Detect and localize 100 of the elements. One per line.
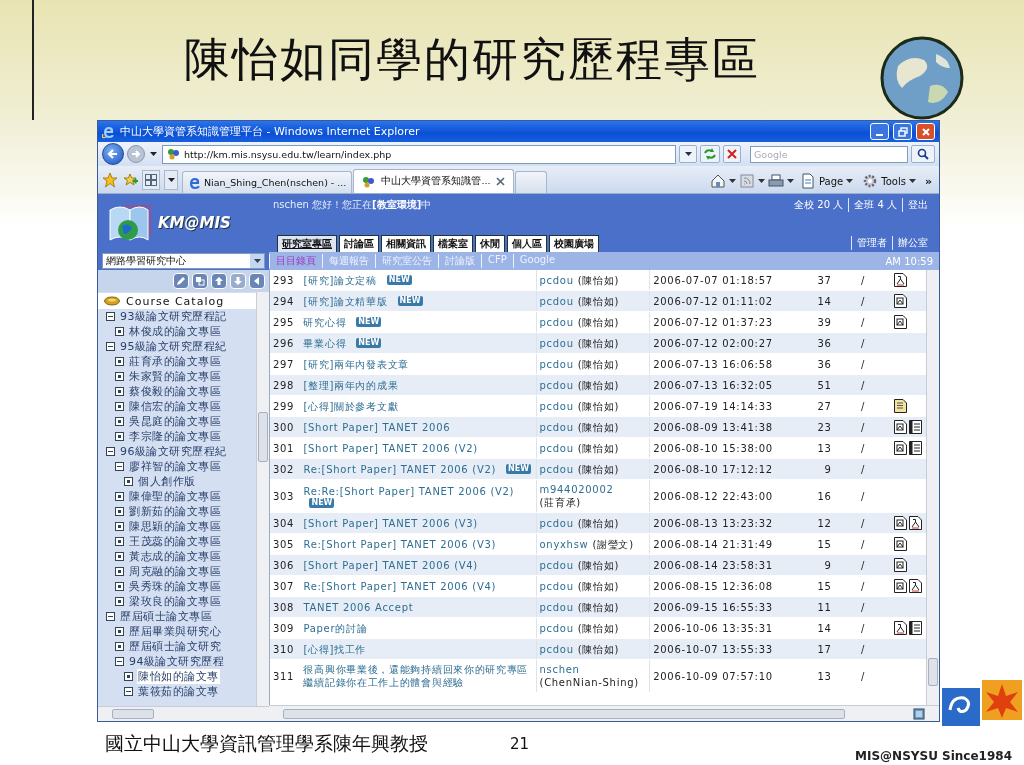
tree-item[interactable]: 陳怡如的論文專 [137,669,220,684]
author-link[interactable]: pcdou [539,357,574,371]
expand-icon[interactable] [115,417,124,426]
tree-item[interactable]: 朱家賢的論文專區 [128,369,222,384]
post-title-link[interactable]: [研究]論文精華版 [303,294,388,308]
author-link[interactable]: pcdou [539,273,574,287]
note-icon[interactable] [894,399,908,413]
author-link[interactable]: pcdou [539,294,574,308]
post-title-link[interactable]: TANET 2006 Accept [303,600,414,614]
expand-icon[interactable] [115,372,124,381]
spreadsheet-icon[interactable] [909,441,923,455]
post-title-link[interactable]: Re:[Short Paper] TANET 2006 (V4) [303,579,497,593]
author-link[interactable]: pcdou [539,441,574,455]
collapse-icon[interactable] [106,312,115,321]
collapse-icon[interactable] [124,687,133,696]
caret-icon[interactable] [729,179,737,183]
post-title-link[interactable]: [研究]論文定稿 [303,273,377,287]
collapse-button[interactable] [249,273,265,289]
window-button[interactable] [192,273,208,289]
header-link[interactable]: 全校 20 人 [789,198,849,212]
tree-item[interactable]: 93級論文研究歷程記 [119,309,228,324]
image-document-icon[interactable] [894,441,908,455]
post-title-link[interactable]: [整理]兩年內的成果 [303,378,399,392]
expand-icon[interactable] [115,642,124,651]
close-button[interactable] [916,123,935,140]
tree-item[interactable]: 蔡俊毅的論文專區 [128,384,222,399]
tree-item[interactable]: 吳秀珠的論文專區 [128,579,222,594]
tree-item[interactable]: 歷屆碩士論文專區 [119,609,213,624]
pencil-button[interactable] [173,273,189,289]
image-document-icon[interactable] [894,558,908,572]
forward-button[interactable] [127,145,145,163]
expand-icon[interactable] [115,402,124,411]
tools-menu-button[interactable]: Tools [859,173,919,189]
address-field[interactable]: http://km.mis.nsysu.edu.tw/learn/index.php [162,144,676,164]
tree-item[interactable]: 黃志成的論文專區 [128,549,222,564]
nav-tab[interactable]: 相關資訊 [381,235,431,252]
expand-icon[interactable] [115,582,124,591]
tree-item[interactable]: 吳昆庭的論文專區 [128,414,222,429]
restore-button[interactable] [893,123,912,140]
expand-icon[interactable] [115,627,124,636]
post-title-link[interactable]: [心得]找工作 [303,642,367,656]
tree-item[interactable]: 95級論文研究歷程紀 [119,339,228,354]
author-link[interactable]: pcdou [539,516,574,530]
document-icon[interactable] [894,273,908,287]
tree-item[interactable]: 李宗隆的論文專區 [128,429,222,444]
author-link[interactable]: pcdou [539,315,574,329]
tree-item[interactable]: 陳偉聖的論文專區 [128,489,222,504]
tree-item[interactable]: 陳思穎的論文專區 [128,519,222,534]
tree-item[interactable]: 歷屆畢業與研究心 [128,624,222,639]
author-link[interactable]: pcdou [539,621,574,635]
header-link[interactable]: 全班 4 人 [848,198,902,212]
post-title-link[interactable]: [Short Paper] TANET 2006 (V2) [303,441,478,455]
close-icon[interactable] [496,177,506,186]
nav-tab[interactable]: 個人區 [507,235,547,252]
collapse-icon[interactable] [106,612,115,621]
post-title-link[interactable]: Re:[Short Paper] TANET 2006 (V2) [303,462,497,476]
post-title-link[interactable]: 很高興你畢業後，還能夠持續回來你的研究專區繼續記錄你在工作上的體會與經驗 [303,663,533,689]
document-icon[interactable] [909,516,923,530]
tree-item[interactable]: 廖祥智的論文專區 [128,459,222,474]
tree-item[interactable]: 梁玫良的論文專區 [128,594,222,609]
image-document-icon[interactable] [894,420,908,434]
header-link[interactable]: 登出 [902,198,933,212]
header-link[interactable]: 管理者 [851,236,892,250]
nav-tab[interactable]: 研究室專區 [277,235,337,252]
expand-icon[interactable] [115,327,124,336]
spreadsheet-icon[interactable] [909,420,923,434]
image-document-icon[interactable] [894,579,908,593]
author-link[interactable]: onyxhsw [539,537,589,551]
image-document-icon[interactable] [894,537,908,551]
search-button[interactable] [911,145,935,163]
image-document-icon[interactable] [894,315,908,329]
add-favorite-icon[interactable] [122,172,138,188]
tree-item[interactable]: 王茂蕊的論文專區 [128,534,222,549]
header-link[interactable]: 辦公室 [892,236,933,250]
minimize-button[interactable] [870,123,889,140]
author-link[interactable]: pcdou [539,462,574,476]
nav-tab[interactable]: 檔案室 [433,235,473,252]
author-link[interactable]: nschen [539,663,580,676]
post-title-link[interactable]: Re:[Short Paper] TANET 2006 (V3) [303,537,497,551]
tree-item[interactable]: 林俊成的論文專區 [128,324,222,339]
page-menu-button[interactable]: Page [797,173,857,189]
expand-icon[interactable] [115,507,124,516]
quick-tabs-button[interactable] [142,170,160,190]
home-icon[interactable] [710,173,727,189]
post-title-link[interactable]: [Short Paper] TANET 2006 (V4) [303,558,478,572]
scrollbar[interactable] [256,292,269,706]
image-document-icon[interactable] [894,294,908,308]
tab-list-button[interactable] [164,170,178,190]
collapse-icon[interactable] [106,342,115,351]
caret-icon[interactable] [787,179,795,183]
author-link[interactable]: pcdou [539,579,574,593]
address-dropdown-button[interactable] [679,145,697,163]
post-title-link[interactable]: Paper的討論 [303,621,368,635]
nav-tab[interactable]: 討論區 [339,235,379,252]
expand-icon[interactable] [115,567,124,576]
collapse-icon[interactable] [115,462,124,471]
section-dropdown[interactable]: 網路學習研究中心 [102,253,265,269]
expand-icon[interactable] [115,522,124,531]
more-button[interactable]: » [921,174,935,188]
caret-icon[interactable] [150,152,157,156]
